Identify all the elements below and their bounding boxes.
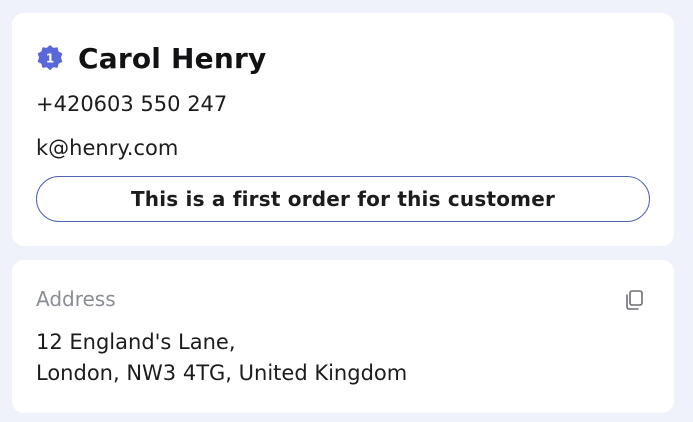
order-count-badge-icon: 1: [37, 45, 63, 71]
customer-card: 1 Carol Henry +420603 550 247 k@henry.co…: [12, 13, 674, 246]
address-line-2: London, NW3 4TG, United Kingdom: [36, 361, 408, 385]
copy-address-button[interactable]: [620, 286, 648, 314]
address-line-1: 12 England's Lane,: [36, 330, 236, 354]
order-count-value: 1: [46, 52, 54, 66]
customer-email: k@henry.com: [36, 136, 179, 160]
copy-icon: [626, 290, 643, 310]
address-label: Address: [36, 287, 116, 311]
first-order-notice: This is a first order for this customer: [36, 176, 650, 222]
address-card: Address 12 England's Lane, London, NW3 4…: [12, 260, 674, 413]
order-count-badge: 1: [36, 44, 64, 72]
customer-name: Carol Henry: [78, 41, 267, 75]
customer-name-row: 1 Carol Henry: [36, 40, 266, 76]
customer-phone: +420603 550 247: [36, 92, 228, 116]
